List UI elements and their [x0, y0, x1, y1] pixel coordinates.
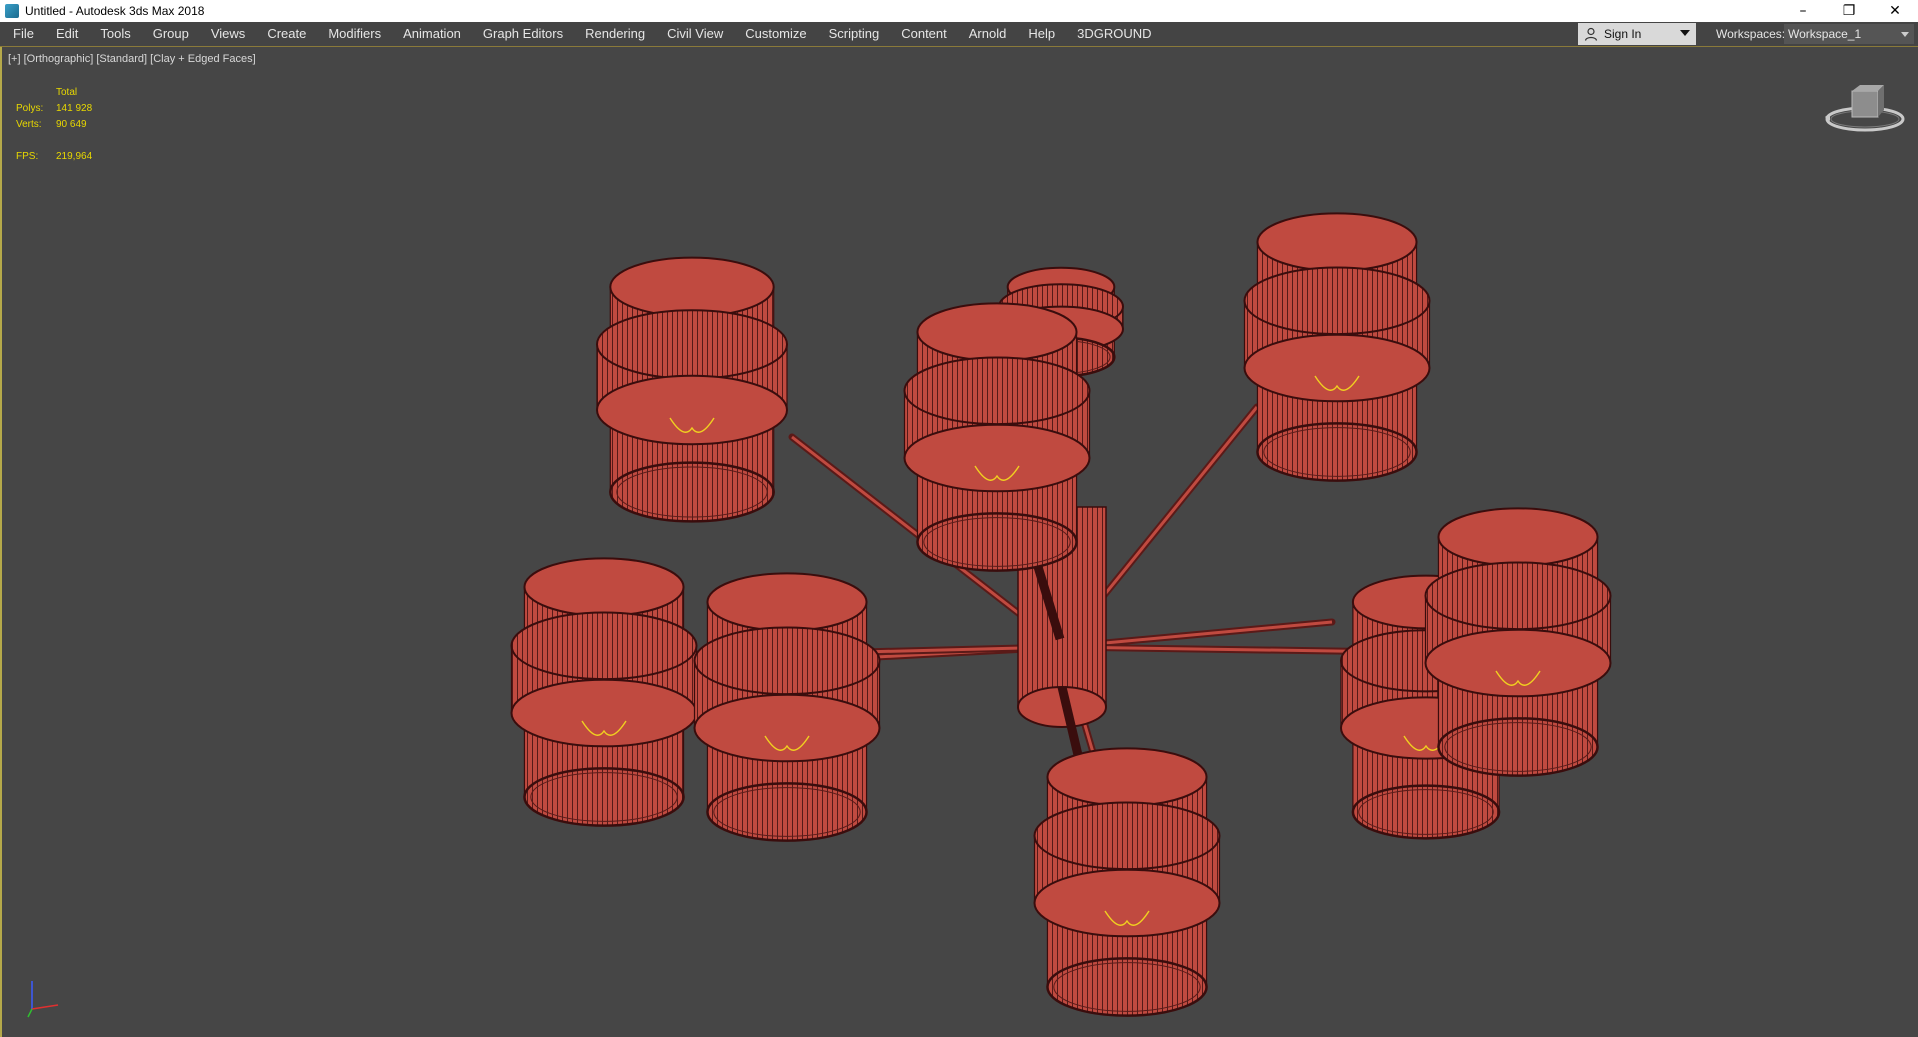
menu-tools[interactable]: Tools	[89, 22, 141, 46]
lamp-shade	[510, 557, 698, 827]
title-bar: Untitled - Autodesk 3ds Max 2018 – ❐ ✕	[0, 0, 1918, 22]
window-controls: – ❐ ✕	[1780, 0, 1918, 22]
menu-content[interactable]: Content	[890, 22, 958, 46]
app-icon	[5, 4, 19, 18]
statistics-overlay: Total Polys: 141 928 Verts: 90 649 FPS: 219…	[16, 85, 116, 165]
menu-create[interactable]: Create	[256, 22, 317, 46]
scene-canvas[interactable]	[2, 47, 1918, 1037]
sign-in-label: Sign In	[1604, 27, 1642, 41]
verts-value: 90 649	[56, 119, 87, 130]
polys-label: Polys:	[16, 103, 44, 114]
lamp-shade	[903, 302, 1091, 572]
user-icon	[1584, 27, 1598, 41]
menu-modifiers[interactable]: Modifiers	[317, 22, 392, 46]
menu-bar: File Edit Tools Group Views Create Modif…	[0, 22, 1918, 47]
chevron-down-icon	[1680, 30, 1690, 36]
menu-civil-view[interactable]: Civil View	[656, 22, 734, 46]
menu-graph-editors[interactable]: Graph Editors	[472, 22, 574, 46]
viewport-orthographic[interactable]: [+] [Orthographic] [Standard] [Clay + Ed…	[0, 47, 1918, 1037]
menu-file[interactable]: File	[0, 22, 45, 46]
menu-edit[interactable]: Edit	[45, 22, 89, 46]
lamp-shade	[1424, 507, 1612, 777]
lamp-shade	[693, 572, 881, 842]
fps-label: FPS:	[16, 151, 39, 162]
menu-animation[interactable]: Animation	[392, 22, 472, 46]
minimize-button[interactable]: –	[1780, 0, 1826, 22]
menu-help[interactable]: Help	[1017, 22, 1066, 46]
sign-in-dropdown[interactable]: Sign In	[1578, 23, 1696, 45]
restore-button[interactable]: ❐	[1826, 0, 1872, 22]
chevron-down-icon	[1901, 32, 1909, 37]
axis-tripod-icon	[27, 981, 59, 1018]
workspace-select[interactable]: Workspace_1	[1784, 24, 1914, 44]
polys-value: 141 928	[56, 103, 93, 114]
viewport-label[interactable]: [+] [Orthographic] [Standard] [Clay + Ed…	[8, 53, 256, 65]
menu-customize[interactable]: Customize	[734, 22, 817, 46]
menu-group[interactable]: Group	[142, 22, 200, 46]
menu-3dground[interactable]: 3DGROUND	[1066, 22, 1162, 46]
lamp-shade	[1243, 212, 1431, 482]
lamp-shade	[1033, 747, 1221, 1017]
workspaces-label: Workspaces:	[1716, 27, 1786, 41]
workspace-value: Workspace_1	[1788, 27, 1862, 41]
stats-header: Total	[56, 87, 78, 98]
lamp-shade	[596, 256, 788, 523]
menu-arnold[interactable]: Arnold	[958, 22, 1018, 46]
fps-value: 219,964	[56, 151, 93, 162]
window-title: Untitled - Autodesk 3ds Max 2018	[25, 4, 205, 18]
menu-scripting[interactable]: Scripting	[818, 22, 891, 46]
menu-views[interactable]: Views	[200, 22, 256, 46]
menu-rendering[interactable]: Rendering	[574, 22, 656, 46]
viewcube-icon[interactable]	[1822, 77, 1908, 137]
close-button[interactable]: ✕	[1872, 0, 1918, 22]
verts-label: Verts:	[16, 119, 42, 130]
